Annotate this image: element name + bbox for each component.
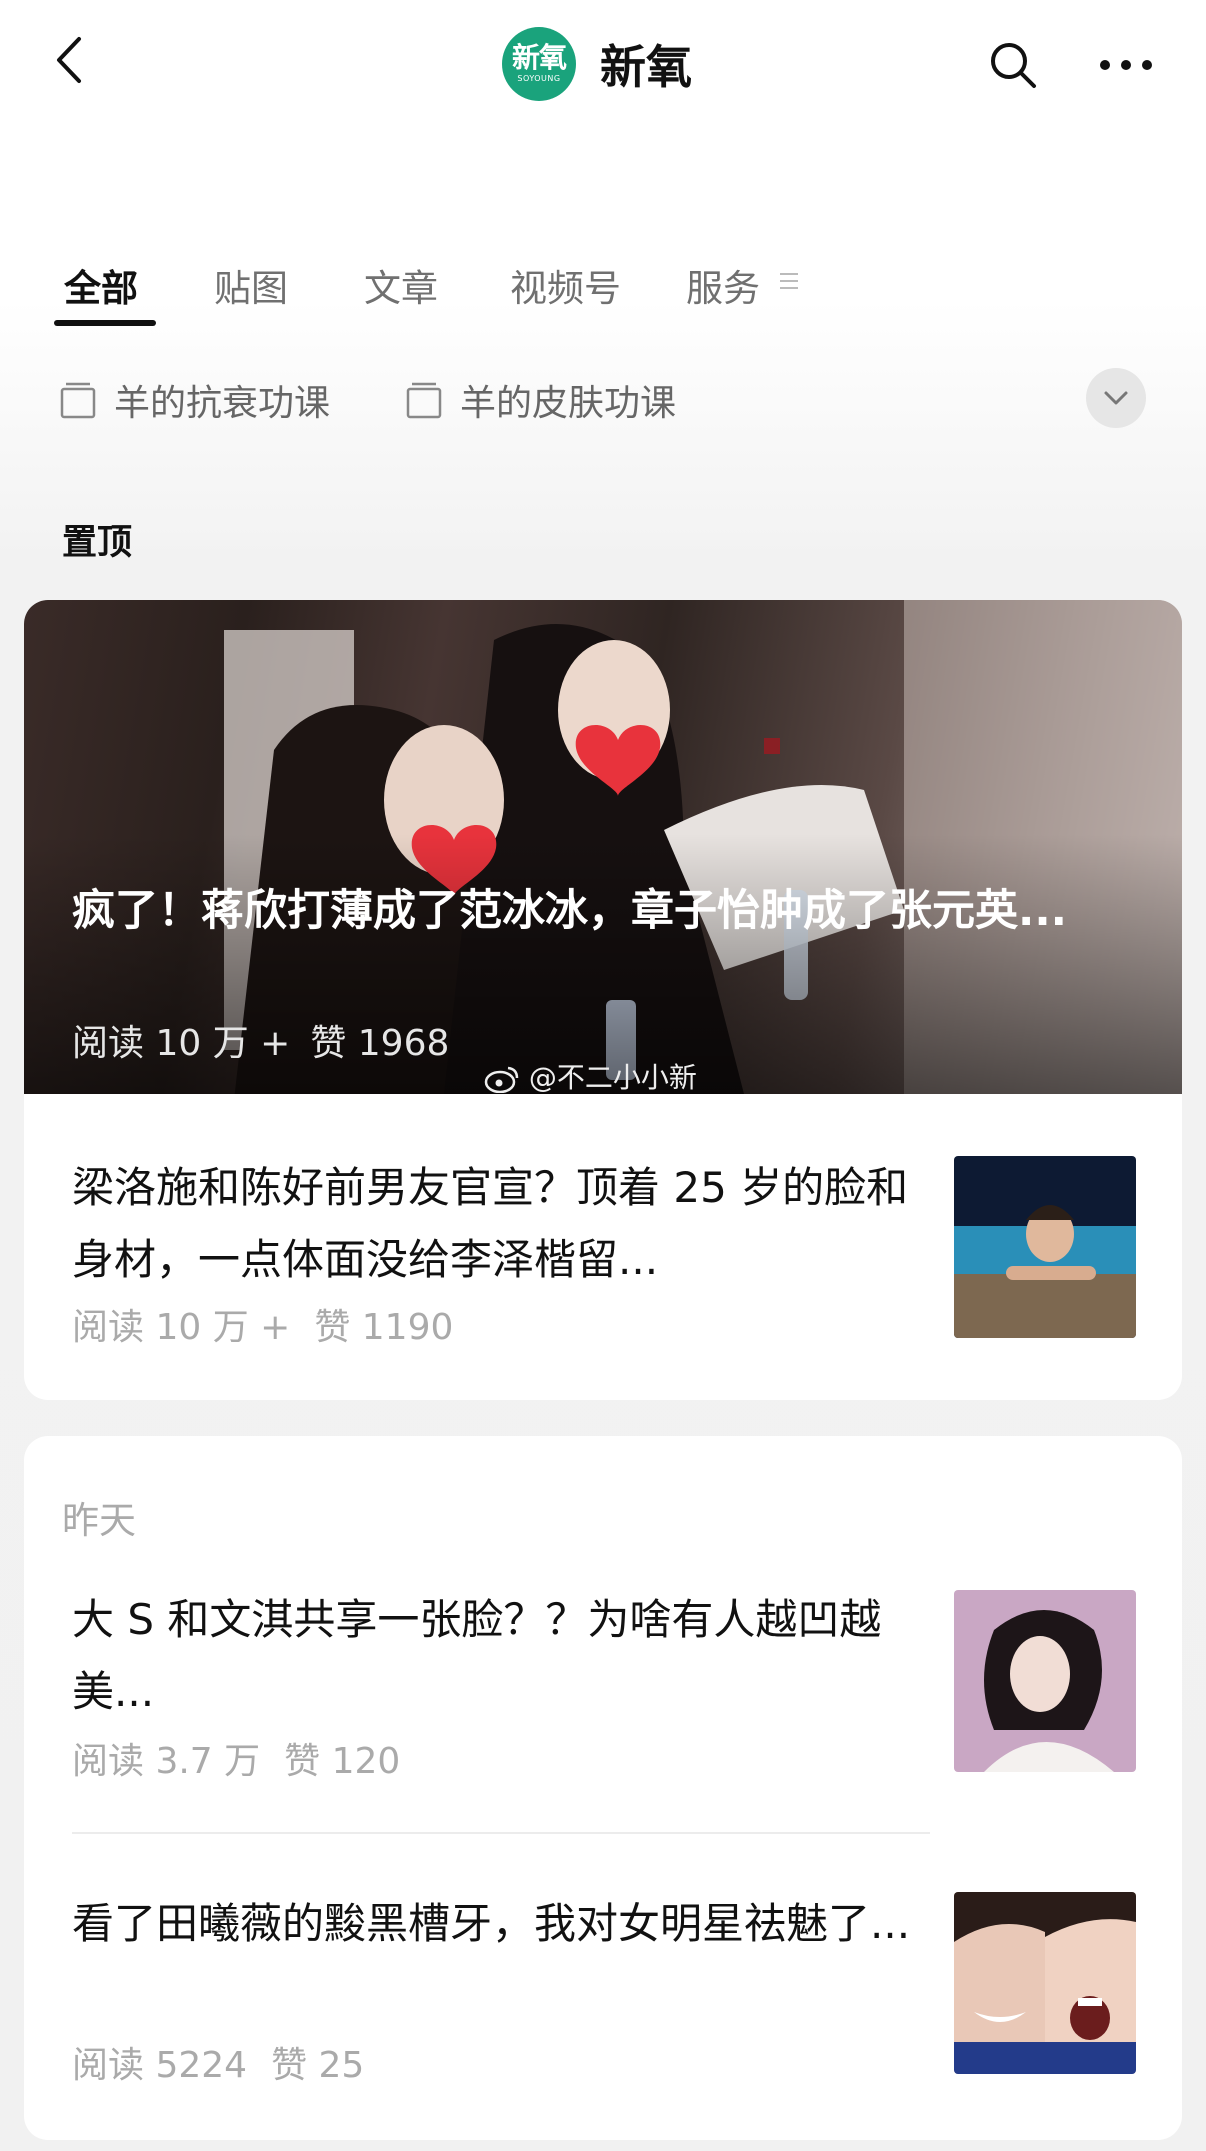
tab-articles[interactable]: 文章 [364,258,438,312]
account-logo: 新氧 SOYOUNG [502,27,576,101]
content-tabs: 全部 贴图 文章 视频号 服务 [0,240,1206,330]
article-stats: 阅读 10 万 + 赞 1190 [72,1298,453,1350]
tab-all[interactable]: 全部 [64,258,138,312]
article-reads: 阅读 10 万 + [72,1307,291,1348]
more-dots-icon [1100,60,1152,70]
featured-article[interactable]: 疯了！蒋欣打薄成了范冰冰，章子怡肿成了张元英... 阅读 10 万 + 赞 196… [24,600,1182,1094]
image-watermark: @不二小小新 [484,1056,697,1094]
featured-title: 疯了！蒋欣打薄成了范冰冰，章子怡肿成了张元英... [72,886,1068,936]
article-likes: 赞 1190 [314,1307,454,1348]
article-reads: 阅读 5224 [72,2045,248,2086]
pinned-article[interactable]: 梁洛施和陈好前男友官宣？顶着 25 岁的脸和身材，一点体面没给李泽楷留... 阅… [24,1152,1182,1392]
expand-collections-button[interactable] [1086,368,1146,428]
pinned-card: 疯了！蒋欣打薄成了范冰冰，章子怡肿成了张元英... 阅读 10 万 + 赞 196… [24,600,1182,1400]
yesterday-card: 昨天 大 S 和文淇共享一张脸？？为啥有人越凹越美... 阅读 3.7 万赞 1… [24,1436,1182,2140]
featured-likes: 赞 1968 [310,1023,450,1064]
collection-item-anti-aging[interactable]: 羊的抗衰功课 [60,374,330,426]
search-button[interactable] [980,32,1046,98]
list-divider [72,1832,930,1834]
article-stats: 阅读 5224 赞 25 [72,2036,364,2088]
collection-icon [60,382,96,419]
tab-channels[interactable]: 视频号 [510,258,621,312]
tab-menu-icon[interactable] [780,268,806,294]
article-thumbnail [954,1892,1136,2074]
logo-text: 新氧 [511,41,567,74]
article-title: 梁洛施和陈好前男友官宣？顶着 25 岁的脸和身材，一点体面没给李泽楷留... [72,1163,909,1284]
featured-stats: 阅读 10 万 + 赞 1968 [72,1014,449,1066]
watermark-text: @不二小小新 [528,1061,697,1094]
collection-item-skin[interactable]: 羊的皮肤功课 [406,374,676,426]
featured-reads: 阅读 10 万 + [72,1023,291,1064]
collection-bar: 羊的抗衰功课 羊的皮肤功课 [0,360,1206,440]
weibo-icon [484,1066,519,1094]
article-reads: 阅读 3.7 万 [72,1741,261,1782]
article-title: 看了田曦薇的黢黑槽牙，我对女明星祛魅了... [72,1899,911,1948]
collection-icon [406,382,442,419]
account-brand[interactable]: 新氧 SOYOUNG 新氧 [502,24,692,104]
date-label: 昨天 [62,1499,136,1542]
article-likes: 赞 120 [284,1741,401,1782]
article-thumbnail [954,1590,1136,1772]
article-stats: 阅读 3.7 万赞 120 [72,1732,400,1784]
article-thumbnail [954,1156,1136,1338]
article-title: 大 S 和文淇共享一张脸？？为啥有人越凹越美... [72,1595,882,1716]
article-item[interactable]: 看了田曦薇的黢黑槽牙，我对女明星祛魅了... 阅读 5224 赞 25 [24,1888,1182,2128]
collection-label: 羊的皮肤功课 [460,383,677,424]
collection-label: 羊的抗衰功课 [114,383,331,424]
article-item[interactable]: 大 S 和文淇共享一张脸？？为啥有人越凹越美... 阅读 3.7 万赞 120 [24,1584,1182,1824]
top-bar: 新氧 SOYOUNG 新氧 [0,0,1206,130]
back-button[interactable] [40,30,100,90]
search-icon [991,43,1036,88]
active-tab-indicator [54,320,156,326]
article-likes: 赞 25 [271,2045,365,2086]
account-name: 新氧 [600,40,692,94]
tab-images[interactable]: 贴图 [214,258,288,312]
chevron-left-icon [57,37,81,83]
logo-subtext: SOYOUNG [517,74,561,83]
chevron-down-icon [1104,391,1128,405]
pinned-section-title: 置顶 [62,523,133,563]
more-button[interactable] [1090,32,1162,98]
tab-services[interactable]: 服务 [686,258,760,312]
